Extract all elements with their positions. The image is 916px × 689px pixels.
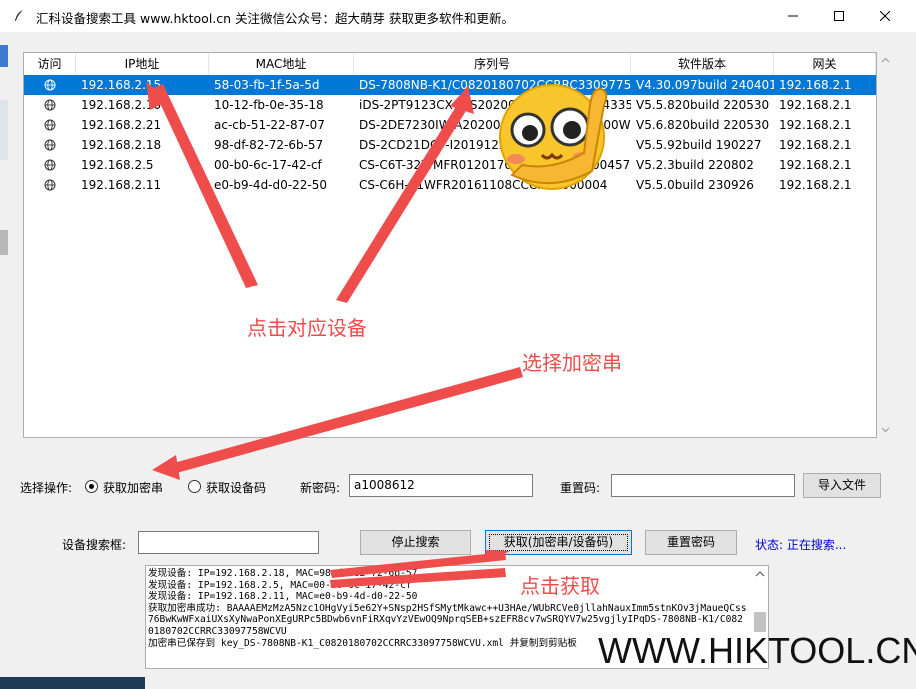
arrow-to-serial [336, 100, 469, 303]
annotation-choose-key: 选择加密串 [522, 351, 622, 375]
arrow-to-radio [170, 367, 523, 474]
thinking-emoji-icon [499, 84, 608, 190]
watermark-text: WWW.HIKTOOL.CN [598, 630, 916, 671]
annotation-click-get: 点击获取 [520, 574, 600, 598]
taskbar-fragment [0, 677, 145, 689]
annotation-click-device: 点击对应设备 [247, 316, 367, 340]
annotation-arrows [146, 82, 523, 588]
arrow-to-ip [153, 84, 258, 288]
